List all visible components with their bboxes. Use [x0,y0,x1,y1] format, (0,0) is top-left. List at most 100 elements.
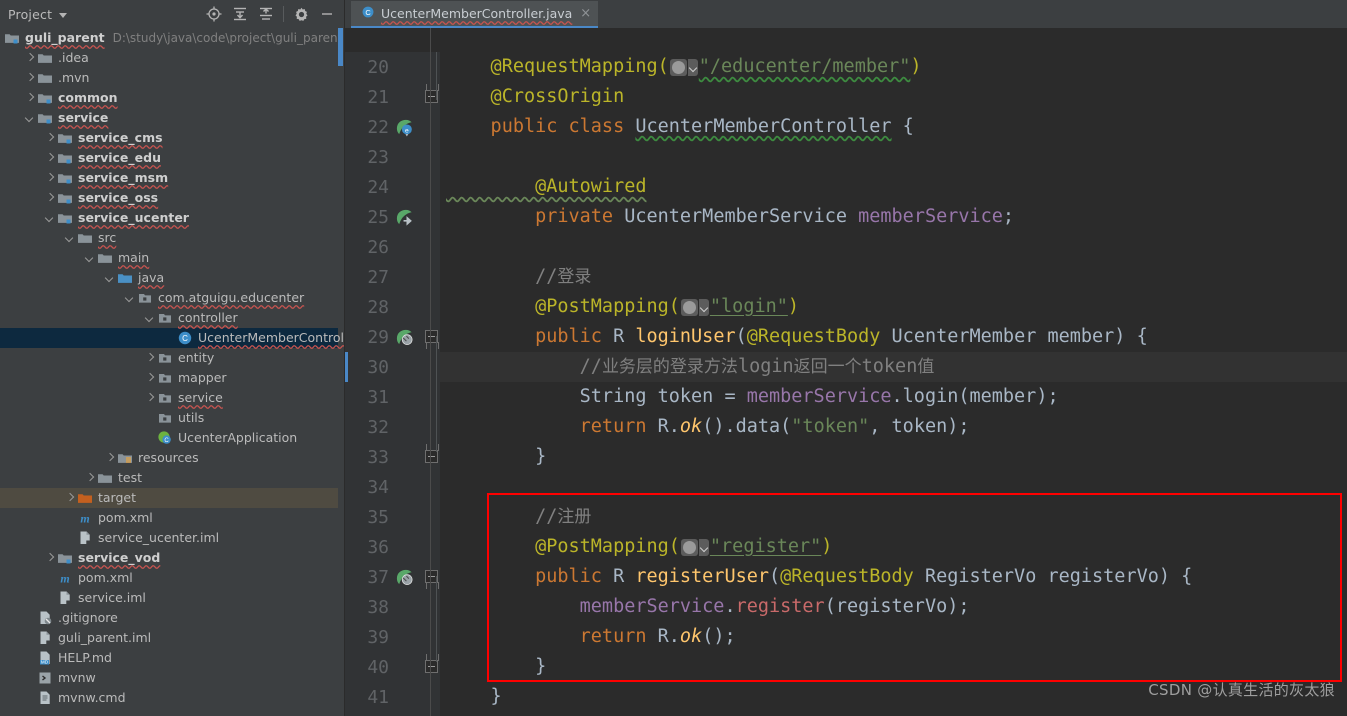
tree-row-mvnw-cmd[interactable]: mvnw.cmd [0,688,338,708]
code-line-text[interactable]: //业务层的登录方法 login 返回一个 token 值 [440,352,1347,382]
gutter[interactable]: 32 [345,412,440,442]
tree-row-ucenterapplication[interactable]: C UcenterApplication [0,428,338,448]
gutter[interactable]: 31 [345,382,440,412]
chevron-down-icon[interactable] [698,538,709,556]
code-line-24[interactable]: 24 @Autowired [345,172,1347,202]
tree-row--mvn[interactable]: .mvn [0,68,338,88]
web-endpoint-icon[interactable] [680,298,698,316]
code-line-36[interactable]: 36 @PostMapping("register") [345,532,1347,562]
code-line-text[interactable]: } [440,442,1347,472]
tree-row-service-edu[interactable]: service_edu [0,148,338,168]
code-line-39[interactable]: 39 return R. ok (); [345,622,1347,652]
chevron-right-icon[interactable] [144,353,155,364]
project-tree-panel[interactable]: guli_parent D:\study\java\code\project\gu… [0,28,345,716]
tree-row-utils[interactable]: utils [0,408,338,428]
tree-row-service-ucenter-iml[interactable]: service_ucenter.iml [0,528,338,548]
gear-icon[interactable] [288,2,314,26]
chevron-down-icon[interactable] [84,253,95,264]
chevron-right-icon[interactable] [44,133,55,144]
code-line-29[interactable]: 29 public R loginUser(@RequestBody Ucent… [345,322,1347,352]
tree-row-com-atguigu-educenter[interactable]: com.atguigu.educenter [0,288,338,308]
gutter[interactable]: 20 [345,52,440,82]
tree-row-service-ucenter[interactable]: service_ucenter [0,208,338,228]
gutter[interactable]: 22 e [345,112,440,142]
locate-icon[interactable] [201,2,227,26]
gutter[interactable]: 26 [345,232,440,262]
code-line-text[interactable]: public R registerUser(@RequestBody Regis… [440,562,1347,592]
code-line-text[interactable] [440,472,1347,502]
code-line-21[interactable]: 21 @CrossOrigin [345,82,1347,112]
code-line-37[interactable]: 37 public R registerUser(@RequestBody Re… [345,562,1347,592]
code-line-38[interactable]: 38 memberService. register (registerVo); [345,592,1347,622]
code-line-text[interactable]: @CrossOrigin [440,82,1347,112]
code-line-text[interactable] [440,142,1347,172]
code-line-text[interactable]: @Autowired [440,172,1347,202]
tree-row-target[interactable]: target [0,488,338,508]
web-endpoint-icon[interactable] [680,538,698,556]
minimize-icon[interactable] [314,2,340,26]
code-line-34[interactable]: 34 [345,472,1347,502]
gutter[interactable]: 23 [345,142,440,172]
spring-web-icon[interactable] [395,568,413,586]
tree-row-resources[interactable]: resources [0,448,338,468]
gutter[interactable]: 28 [345,292,440,322]
tree-row-help-md[interactable]: MD HELP.md [0,648,338,668]
gutter[interactable]: 35 [345,502,440,532]
code-string[interactable]: "login" [710,292,788,322]
tree-row-service[interactable]: service [0,388,338,408]
project-toolwindow-title[interactable]: Project [8,7,52,22]
tree-row-java[interactable]: java [0,268,338,288]
expand-all-icon[interactable] [227,2,253,26]
gutter[interactable]: 42 [345,712,440,716]
collapse-all-icon[interactable] [253,2,279,26]
code-line-32[interactable]: 32 return R. ok ().data("token", token); [345,412,1347,442]
chevron-right-icon[interactable] [44,553,55,564]
gutter[interactable]: 39 [345,622,440,652]
chevron-right-icon[interactable] [144,393,155,404]
code-line-28[interactable]: 28 @PostMapping("login") [345,292,1347,322]
gutter[interactable]: 21 [345,82,440,112]
code-line-22[interactable]: 22 e public class UcenterMemberController… [345,112,1347,142]
tree-row-pom-xml[interactable]: m pom.xml [0,568,338,588]
code-line-30[interactable]: 30 //业务层的登录方法 login 返回一个 token 值 [345,352,1347,382]
tree-row-common[interactable]: common [0,88,338,108]
tree-row-service-iml[interactable]: service.iml [0,588,338,608]
code-line-text[interactable]: @PostMapping("login") [440,292,1347,322]
code-lines[interactable]: 20 @RequestMapping("/educenter/member") 2… [345,28,1347,716]
gutter[interactable]: 37 [345,562,440,592]
tree-row-guli-parent-iml[interactable]: guli_parent.iml [0,628,338,648]
tree-scrollbar-thumb[interactable] [338,28,343,66]
gutter[interactable]: 34 [345,472,440,502]
close-icon[interactable]: × [580,7,591,20]
spring-web-icon[interactable] [395,328,413,346]
chevron-down-icon[interactable] [44,213,55,224]
editor-tab-ucentermembercontroller[interactable]: C UcenterMemberController.java × [351,1,599,28]
code-line-text[interactable]: return R. ok ().data("token", token); [440,412,1347,442]
tree-row-ucentermembercontroller[interactable]: C UcenterMemberController [0,328,344,348]
code-string[interactable]: "/educenter/member" [699,52,911,82]
code-line-text[interactable]: public class UcenterMemberController { [440,112,1347,142]
tree-row--idea[interactable]: .idea [0,48,338,68]
gutter[interactable]: 29 [345,322,440,352]
chevron-right-icon[interactable] [24,93,35,104]
code-line-31[interactable]: 31 String token = memberService .login(me… [345,382,1347,412]
chevron-down-icon[interactable] [687,58,698,76]
chevron-down-icon[interactable] [24,113,35,124]
tree-row-service-oss[interactable]: service_oss [0,188,338,208]
tree-row--gitignore[interactable]: .gitignore [0,608,338,628]
code-line-20[interactable]: 20 @RequestMapping("/educenter/member") [345,52,1347,82]
code-line-text[interactable]: return R. ok (); [440,622,1347,652]
chevron-right-icon[interactable] [44,153,55,164]
code-line-text[interactable]: private UcenterMemberService memberServi… [440,202,1347,232]
gutter[interactable]: 27 [345,262,440,292]
code-line-text[interactable]: //注册 [440,502,1347,532]
chevron-down-icon[interactable] [144,313,155,324]
code-line-42[interactable]: 42 [345,712,1347,716]
code-line-26[interactable]: 26 [345,232,1347,262]
code-string[interactable]: "register" [710,532,821,562]
code-line-text[interactable]: @RequestMapping("/educenter/member") [440,52,1347,82]
project-tree[interactable]: guli_parent D:\study\java\code\project\gu… [0,28,344,716]
chevron-right-icon[interactable] [24,73,35,84]
chevron-down-icon[interactable] [124,293,135,304]
gutter[interactable]: 36 [345,532,440,562]
